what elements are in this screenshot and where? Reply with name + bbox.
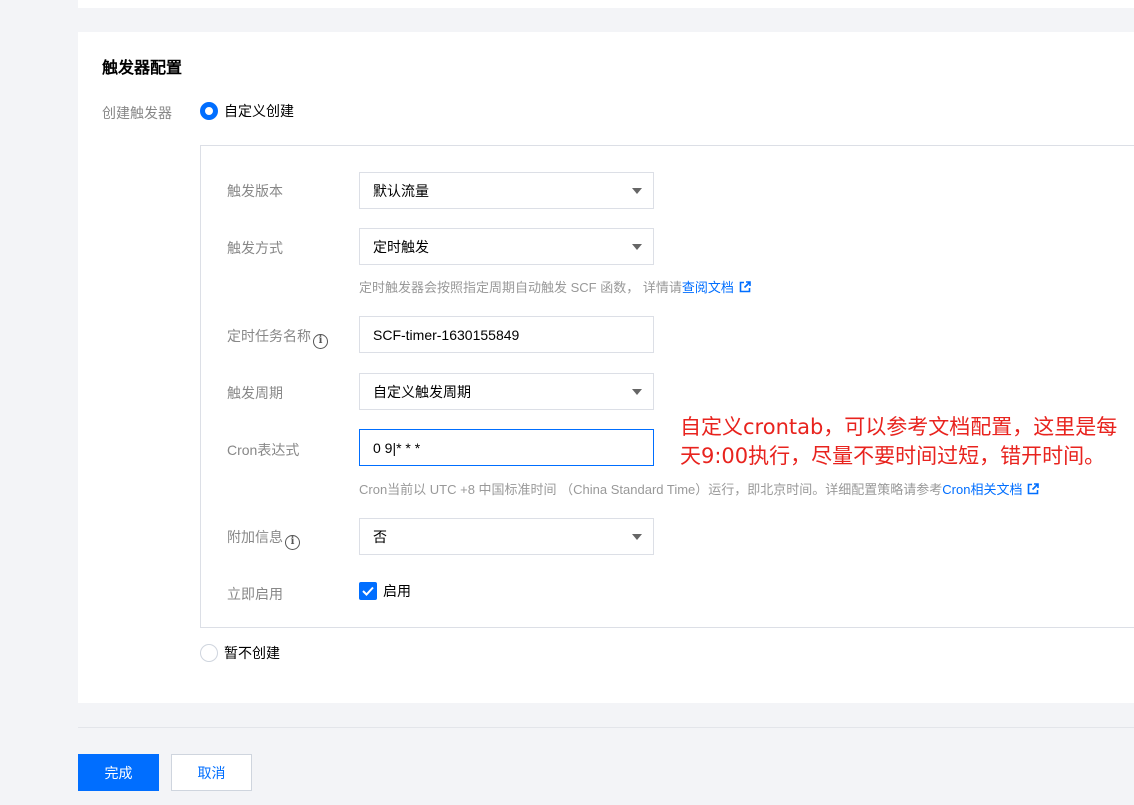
- radio-selected-icon[interactable]: [200, 102, 218, 120]
- task-name-input[interactable]: SCF-timer-1630155849: [359, 316, 654, 353]
- cron-hint: Cron当前以 UTC +8 中国标准时间 （China Standard Ti…: [359, 479, 1040, 498]
- version-select-value: 默认流量: [373, 182, 429, 199]
- extra-info-select-value: 否: [373, 528, 387, 545]
- radio-unselected-icon[interactable]: [200, 644, 218, 662]
- period-label: 触发周期: [227, 385, 283, 401]
- cron-label: Cron表达式: [227, 442, 300, 458]
- method-hint-text: 定时触发器会按照指定周期自动触发 SCF 函数， 详情请: [359, 280, 682, 295]
- extra-info-select[interactable]: 否: [359, 518, 654, 555]
- radio-custom-create-label: 自定义创建: [224, 103, 294, 119]
- method-select[interactable]: 定时触发: [359, 228, 654, 265]
- period-select[interactable]: 自定义触发周期: [359, 373, 654, 410]
- info-icon[interactable]: i: [313, 333, 328, 349]
- task-name-label-text: 定时任务名称: [227, 328, 311, 344]
- cron-hint-text: Cron当前以 UTC +8 中国标准时间 （China Standard Ti…: [359, 482, 943, 497]
- previous-card: [78, 0, 1134, 8]
- info-icon[interactable]: i: [285, 534, 300, 550]
- chevron-down-icon: [632, 188, 642, 194]
- cron-docs-link[interactable]: Cron相关文档: [942, 479, 1022, 498]
- create-trigger-label: 创建触发器: [102, 105, 172, 121]
- annotation-note: 自定义crontab，可以参考文档配置，这里是每 天9:00执行，尽量不要时间过…: [680, 413, 1130, 471]
- method-select-value: 定时触发: [373, 238, 429, 255]
- enable-label: 立即启用: [227, 586, 283, 602]
- period-select-value: 自定义触发周期: [373, 383, 471, 400]
- chevron-down-icon: [632, 389, 642, 395]
- confirm-button[interactable]: 完成: [78, 754, 159, 791]
- cron-input-value: 0 9|* * *: [373, 439, 421, 456]
- chevron-down-icon: [632, 534, 642, 540]
- custom-trigger-panel: 触发版本 默认流量 触发方式 定时触发 定时触发器会按照指定周期自动触发 SCF…: [200, 145, 1134, 628]
- external-link-icon[interactable]: [1027, 482, 1040, 495]
- method-hint: 定时触发器会按照指定周期自动触发 SCF 函数， 详情请 查阅文档: [359, 277, 751, 296]
- method-label: 触发方式: [227, 240, 283, 256]
- radio-no-create-label: 暂不创建: [224, 645, 280, 661]
- section-title: 触发器配置: [102, 60, 183, 77]
- radio-custom-create[interactable]: 自定义创建: [200, 101, 294, 121]
- docs-link[interactable]: 查阅文档: [682, 277, 734, 296]
- external-link-icon[interactable]: [739, 280, 751, 293]
- check-icon[interactable]: [359, 582, 377, 600]
- version-select[interactable]: 默认流量: [359, 172, 654, 209]
- cancel-button[interactable]: 取消: [171, 754, 252, 791]
- enable-checkbox-label: 启用: [383, 583, 411, 599]
- annotation-line-1: 自定义crontab，可以参考文档配置，这里是每: [680, 415, 1118, 439]
- chevron-down-icon: [632, 244, 642, 250]
- extra-info-label: 附加信息 i: [227, 527, 300, 550]
- cron-input[interactable]: 0 9|* * *: [359, 429, 654, 466]
- task-name-label: 定时任务名称 i: [227, 326, 328, 349]
- version-label: 触发版本: [227, 183, 283, 199]
- enable-checkbox[interactable]: 启用: [359, 581, 411, 601]
- extra-info-label-text: 附加信息: [227, 529, 283, 545]
- radio-no-create[interactable]: 暂不创建: [200, 643, 280, 663]
- annotation-line-2: 天9:00执行，尽量不要时间过短，错开时间。: [680, 444, 1106, 468]
- task-name-input-value: SCF-timer-1630155849: [373, 326, 520, 343]
- footer-divider: [78, 727, 1134, 728]
